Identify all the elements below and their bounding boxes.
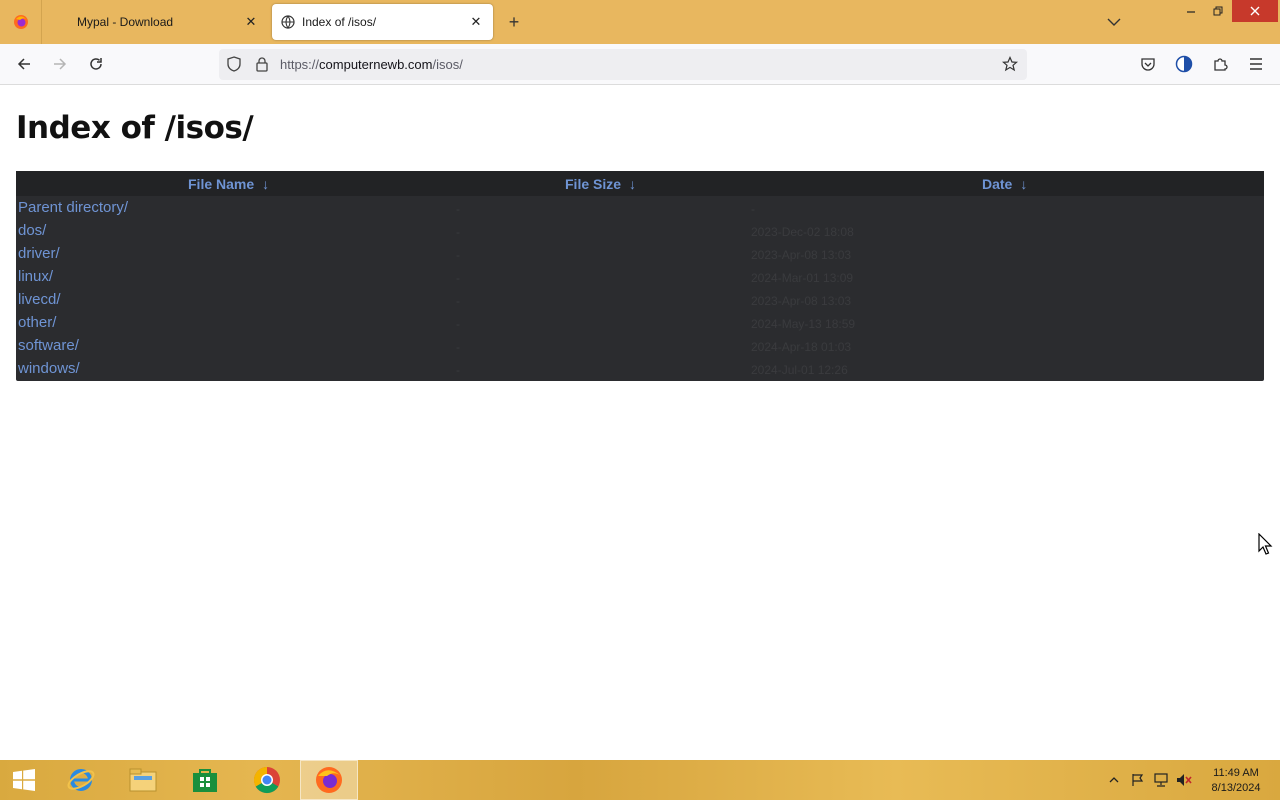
hamburger-menu-icon[interactable] <box>1246 54 1266 74</box>
tab-index-of-isos[interactable]: Index of /isos/ ✕ <box>272 4 493 40</box>
bookmark-star-icon[interactable] <box>1000 54 1020 74</box>
file-date: 2023-Dec-02 18:08 <box>751 225 854 239</box>
file-size: - <box>456 248 460 262</box>
sort-arrow-icon: ↓ <box>1020 176 1028 192</box>
file-date: 2024-Mar-01 13:09 <box>751 271 854 285</box>
globe-icon <box>281 15 295 29</box>
url-host: computernewb.com <box>319 57 433 72</box>
url-text: https://computernewb.com/isos/ <box>280 57 463 72</box>
dark-reader-icon[interactable] <box>1174 54 1194 74</box>
show-hidden-icons-icon[interactable] <box>1106 772 1122 788</box>
lock-icon[interactable] <box>252 54 272 74</box>
network-icon[interactable] <box>1153 772 1169 788</box>
directory-link[interactable]: other/ <box>18 314 56 331</box>
start-icon[interactable] <box>0 760 48 800</box>
restore-icon[interactable] <box>1205 0 1231 22</box>
close-tab-icon[interactable]: ✕ <box>469 14 483 29</box>
header-label: Date <box>982 176 1013 192</box>
extensions-puzzle-icon[interactable] <box>1210 54 1230 74</box>
sort-arrow-icon: ↓ <box>629 176 637 192</box>
url-path: /isos/ <box>432 57 463 72</box>
url-scheme: https:// <box>280 57 320 72</box>
forward-arrow-icon[interactable] <box>50 54 70 74</box>
file-size: - <box>456 340 460 354</box>
file-date: - <box>751 202 755 216</box>
sort-arrow-icon: ↓ <box>262 176 270 192</box>
file-listing-table: File Name ↓ File Size ↓ Date ↓ Parent direc… <box>16 171 1264 381</box>
page-title: Index of /isos/ <box>16 110 254 146</box>
tab-strip: Mypal - Download ✕ Index of /isos/ ✕ + <box>0 0 1280 44</box>
back-arrow-icon[interactable] <box>14 54 34 74</box>
file-date: 2024-Jul-01 12:26 <box>751 363 848 377</box>
directory-link[interactable]: windows/ <box>18 360 80 377</box>
close-tab-icon[interactable]: ✕ <box>244 14 258 29</box>
table-row: other/ - 2024-May-13 18:59 <box>16 312 1264 335</box>
file-date: 2023-Apr-08 13:03 <box>751 294 852 308</box>
column-header-file-name[interactable]: File Name ↓ <box>188 176 269 192</box>
taskbar: 11:49 AM 8/13/2024 <box>0 760 1280 800</box>
column-header-file-size[interactable]: File Size ↓ <box>565 176 636 192</box>
directory-link[interactable]: software/ <box>18 337 79 354</box>
file-size: - <box>456 317 460 331</box>
minimize-icon[interactable] <box>1178 0 1204 22</box>
directory-link[interactable]: driver/ <box>18 245 60 262</box>
chrome-icon[interactable] <box>238 760 296 800</box>
firefox-icon[interactable] <box>300 760 358 800</box>
file-date: 2024-May-13 18:59 <box>751 317 856 331</box>
file-size: - <box>456 294 460 308</box>
action-center-flag-icon[interactable] <box>1130 772 1146 788</box>
table-row: dos/ - 2023-Dec-02 18:08 <box>16 220 1264 243</box>
chevron-down-icon[interactable] <box>1104 13 1124 31</box>
internet-explorer-icon[interactable] <box>52 760 110 800</box>
table-row: driver/ - 2023-Apr-08 13:03 <box>16 243 1264 266</box>
table-row: software/ - 2024-Apr-18 01:03 <box>16 335 1264 358</box>
directory-link[interactable]: livecd/ <box>18 291 61 308</box>
url-bar[interactable]: https://computernewb.com/isos/ <box>219 49 1027 80</box>
file-size: - <box>456 225 460 239</box>
table-header: File Name ↓ File Size ↓ Date ↓ <box>16 171 1264 196</box>
file-explorer-icon[interactable] <box>114 760 172 800</box>
file-date: 2023-Apr-08 13:03 <box>751 248 852 262</box>
column-header-date[interactable]: Date ↓ <box>982 176 1027 192</box>
close-window-icon[interactable] <box>1232 0 1278 22</box>
file-size: - <box>456 202 460 216</box>
volume-muted-icon[interactable] <box>1176 772 1192 788</box>
directory-link[interactable]: Parent directory/ <box>18 199 128 216</box>
tab-label: Index of /isos/ <box>302 15 377 29</box>
new-tab-icon[interactable]: + <box>504 11 524 33</box>
table-row: Parent directory/ - - <box>16 197 1264 220</box>
clock-time: 11:49 AM <box>1213 767 1259 779</box>
header-label: File Name <box>188 176 255 192</box>
tab-mypal-download[interactable]: Mypal - Download ✕ <box>46 4 268 40</box>
tab-label: Mypal - Download <box>77 15 174 29</box>
store-icon[interactable] <box>176 760 234 800</box>
clock-date: 8/13/2024 <box>1211 782 1261 794</box>
file-size: - <box>456 271 460 285</box>
system-clock[interactable]: 11:49 AM 8/13/2024 <box>1200 766 1272 796</box>
pocket-icon[interactable] <box>1138 54 1158 74</box>
table-row: linux/ - 2024-Mar-01 13:09 <box>16 266 1264 289</box>
shield-icon[interactable] <box>224 54 244 74</box>
table-row: windows/ - 2024-Jul-01 12:26 <box>16 358 1264 381</box>
file-date: 2024-Apr-18 01:03 <box>751 340 852 354</box>
table-row: livecd/ - 2023-Apr-08 13:03 <box>16 289 1264 312</box>
navigation-bar: https://computernewb.com/isos/ <box>0 44 1280 85</box>
firefox-menu-icon[interactable] <box>0 0 42 44</box>
reload-icon[interactable] <box>86 54 106 74</box>
file-size: - <box>456 363 460 377</box>
mouse-cursor-icon <box>1258 533 1273 555</box>
directory-link[interactable]: linux/ <box>18 268 53 285</box>
header-label: File Size <box>565 176 622 192</box>
directory-link[interactable]: dos/ <box>18 222 46 239</box>
